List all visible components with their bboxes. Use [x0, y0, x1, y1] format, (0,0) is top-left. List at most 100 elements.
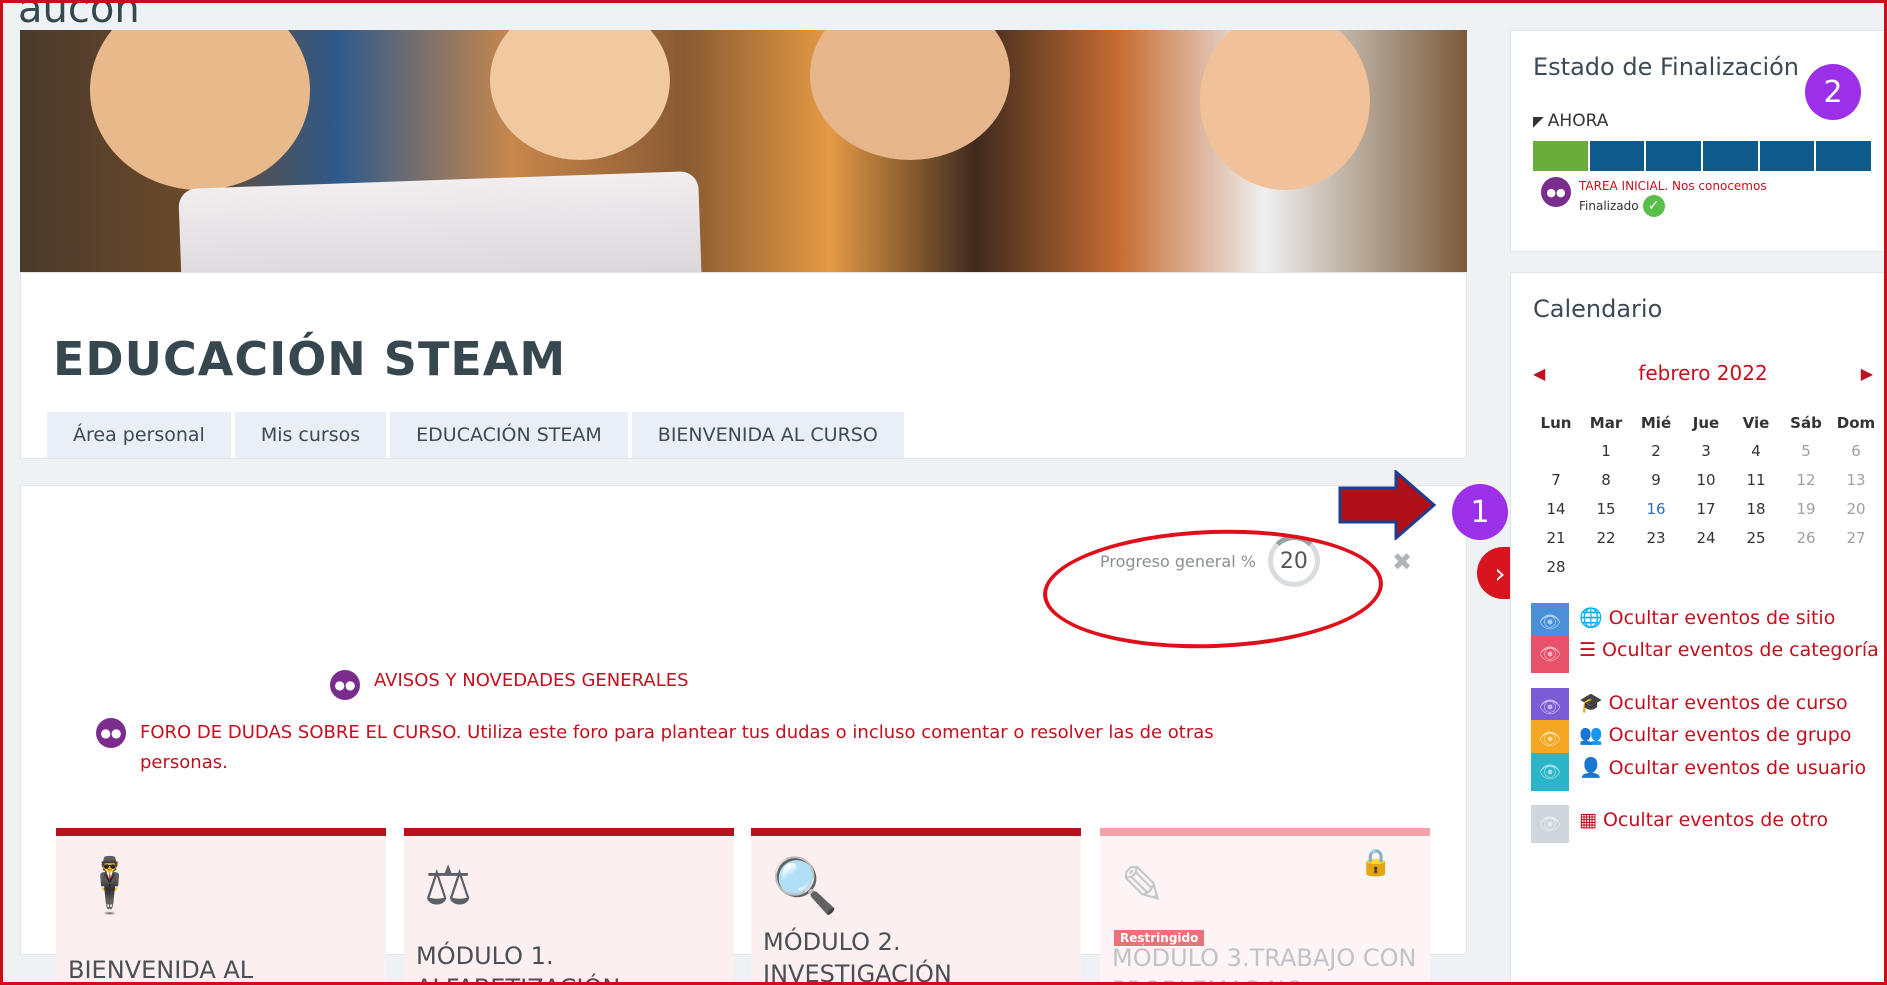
block-title: Estado de Finalización — [1533, 53, 1800, 81]
search-icon: 🔍 — [771, 854, 839, 917]
filter-label-text[interactable]: Ocultar eventos de categoría — [1602, 639, 1879, 661]
module-title[interactable]: BIENVENIDA AL — [68, 954, 378, 985]
calendar-filter-label[interactable]: 🌐 Ocultar eventos de sitio — [1569, 603, 1835, 634]
person-icon: 🕴 — [76, 854, 144, 917]
calendar-day[interactable]: 8 — [1581, 465, 1631, 494]
calendar-filter[interactable]: 👁 ▦ Ocultar eventos de otro — [1531, 805, 1881, 843]
weekday-header: Jue — [1692, 414, 1720, 432]
filter-label-text[interactable]: Ocultar eventos de curso — [1609, 692, 1848, 714]
calendar-nav: ◀ febrero 2022 ▶ — [1533, 361, 1873, 385]
task-status: Finalizado ✓ — [1579, 195, 1767, 217]
task-name[interactable]: TAREA INICIAL. Nos conocemos — [1579, 177, 1767, 195]
forum-icon: ●● — [96, 718, 126, 748]
calendar-day[interactable]: 2 — [1631, 436, 1681, 465]
calendar-grid: Lun Mar Mié Jue Vie Sáb Dom 1 2 3 4 5 6 7 8 9 10 11 12 13 1… — [1531, 410, 1881, 581]
filter-label-text[interactable]: Ocultar eventos de usuario — [1609, 757, 1866, 779]
forum-doubts[interactable]: ●● FORO DE DUDAS SOBRE EL CURSO. Utiliza… — [96, 718, 1280, 778]
calendar-empty-cell — [1731, 552, 1781, 581]
module-card-2[interactable]: 🔍 MÓDULO 2. INVESTIGACIÓN — [751, 828, 1081, 985]
annotation-badge-2: 2 — [1805, 64, 1861, 120]
calendar-day[interactable]: 26 — [1781, 523, 1831, 552]
calendar-day[interactable]: 16 — [1631, 494, 1681, 523]
calendar-day[interactable]: 13 — [1831, 465, 1881, 494]
weekday-header: Dom — [1836, 414, 1876, 432]
filter-label-text[interactable]: Ocultar eventos de otro — [1603, 809, 1828, 831]
calendar-filter-label[interactable]: 🎓 Ocultar eventos de curso — [1569, 688, 1848, 719]
partial-top-text: aucon — [18, 0, 140, 32]
forum-announcements[interactable]: ●● AVISOS Y NOVEDADES GENERALES — [330, 670, 689, 700]
module-title[interactable]: MÓDULO 2. INVESTIGACIÓN — [763, 926, 1073, 985]
calendar-day[interactable]: 17 — [1681, 494, 1731, 523]
scales-icon: ⚖ — [424, 854, 473, 917]
calendar-day[interactable]: 28 — [1531, 552, 1581, 581]
calendar-day[interactable]: 12 — [1781, 465, 1831, 494]
calendar-empty-cell — [1831, 552, 1881, 581]
filter-label-text[interactable]: Ocultar eventos de grupo — [1609, 724, 1852, 746]
filter-label-text[interactable]: Ocultar eventos de sitio — [1609, 607, 1836, 629]
now-label: AHORA — [1533, 111, 1609, 131]
globe-icon: 🌐 — [1579, 607, 1603, 629]
calendar-filter-label[interactable]: ☰ Ocultar eventos de categoría — [1569, 635, 1879, 666]
completion-segment — [1533, 141, 1588, 171]
calendar-filter-label[interactable]: ▦ Ocultar eventos de otro — [1569, 805, 1828, 836]
completion-segment — [1646, 141, 1702, 171]
calendar-day[interactable]: 6 — [1831, 436, 1881, 465]
calendar-day[interactable]: 11 — [1731, 465, 1781, 494]
calendar-day[interactable]: 4 — [1731, 436, 1781, 465]
calendar-day[interactable]: 7 — [1531, 465, 1581, 494]
chevron-right-icon: › — [1494, 556, 1506, 590]
forum-doubts-label[interactable]: FORO DE DUDAS SOBRE EL CURSO. Utiliza es… — [140, 718, 1280, 778]
module-card-1[interactable]: ⚖ MÓDULO 1. ALFABETIZACIÓN — [404, 828, 734, 985]
calendar-filter[interactable]: 👁 👤 Ocultar eventos de usuario — [1531, 753, 1881, 791]
module-title[interactable]: MÓDULO 1. ALFABETIZACIÓN — [416, 940, 726, 985]
calendar-month: febrero 2022 — [1638, 361, 1768, 385]
graduation-cap-icon: 🎓 — [1579, 692, 1603, 714]
breadcrumb-item-area-personal[interactable]: Área personal — [47, 412, 231, 458]
group-icon: 👥 — [1579, 724, 1603, 746]
module-card-3[interactable]: ✎ 🔒 Restringido MÓDULO 3.TRABAJO CON PRO… — [1100, 828, 1430, 985]
module-card-welcome[interactable]: 🕴 BIENVENIDA AL — [56, 828, 386, 985]
completion-segment — [1759, 141, 1815, 171]
calendar-day[interactable]: 1 — [1581, 436, 1631, 465]
course-banner-image — [20, 30, 1467, 280]
close-icon[interactable]: ✖ — [1392, 548, 1412, 576]
calendar-filter-label[interactable]: 👥 Ocultar eventos de grupo — [1569, 720, 1851, 751]
calendar-day[interactable]: 23 — [1631, 523, 1681, 552]
calendar-day[interactable]: 5 — [1781, 436, 1831, 465]
calendar-day[interactable]: 21 — [1531, 523, 1581, 552]
calendar-day[interactable]: 9 — [1631, 465, 1681, 494]
calendar-day[interactable]: 24 — [1681, 523, 1731, 552]
next-month-icon[interactable]: ▶ — [1861, 364, 1873, 383]
calendar-day[interactable]: 14 — [1531, 494, 1581, 523]
calendar-day[interactable]: 25 — [1731, 523, 1781, 552]
breadcrumb-item-mis-cursos[interactable]: Mis cursos — [234, 412, 387, 458]
calendar-day[interactable]: 27 — [1831, 523, 1881, 552]
calendar-day[interactable]: 10 — [1681, 465, 1731, 494]
completion-segment — [1816, 141, 1872, 171]
calendar-icon: ▦ — [1579, 809, 1597, 831]
user-icon: 👤 — [1579, 757, 1603, 779]
eye-icon[interactable]: 👁 — [1531, 805, 1569, 843]
breadcrumb-item-section[interactable]: BIENVENIDA AL CURSO — [631, 412, 904, 458]
calendar-day[interactable]: 3 — [1681, 436, 1731, 465]
calendar-day[interactable]: 15 — [1581, 494, 1631, 523]
forum-announcements-label[interactable]: AVISOS Y NOVEDADES GENERALES — [374, 670, 689, 691]
calendar-day[interactable]: 19 — [1781, 494, 1831, 523]
calendar-filter-label[interactable]: 👤 Ocultar eventos de usuario — [1569, 753, 1866, 784]
calendar-filter[interactable]: 👁 ☰ Ocultar eventos de categoría — [1531, 635, 1881, 673]
completion-segment — [1589, 141, 1645, 171]
page-title: EDUCACIÓN STEAM — [53, 332, 567, 386]
completion-task[interactable]: ●● TAREA INICIAL. Nos conocemos Finaliza… — [1541, 177, 1767, 217]
eye-icon[interactable]: 👁 — [1531, 635, 1569, 673]
lock-icon: 🔒 — [1359, 848, 1392, 878]
edit-icon: ✎ — [1120, 854, 1166, 917]
annotation-arrow — [1338, 470, 1437, 540]
calendar-day[interactable]: 22 — [1581, 523, 1631, 552]
task-status-label: Finalizado — [1579, 199, 1639, 213]
eye-icon[interactable]: 👁 — [1531, 753, 1569, 791]
prev-month-icon[interactable]: ◀ — [1533, 364, 1545, 383]
module-title[interactable]: MÓDULO 3.TRABAJO CON PROBLEMAS NO — [1112, 942, 1422, 985]
calendar-day[interactable]: 18 — [1731, 494, 1781, 523]
calendar-day[interactable]: 20 — [1831, 494, 1881, 523]
breadcrumb-item-course[interactable]: EDUCACIÓN STEAM — [390, 412, 628, 458]
